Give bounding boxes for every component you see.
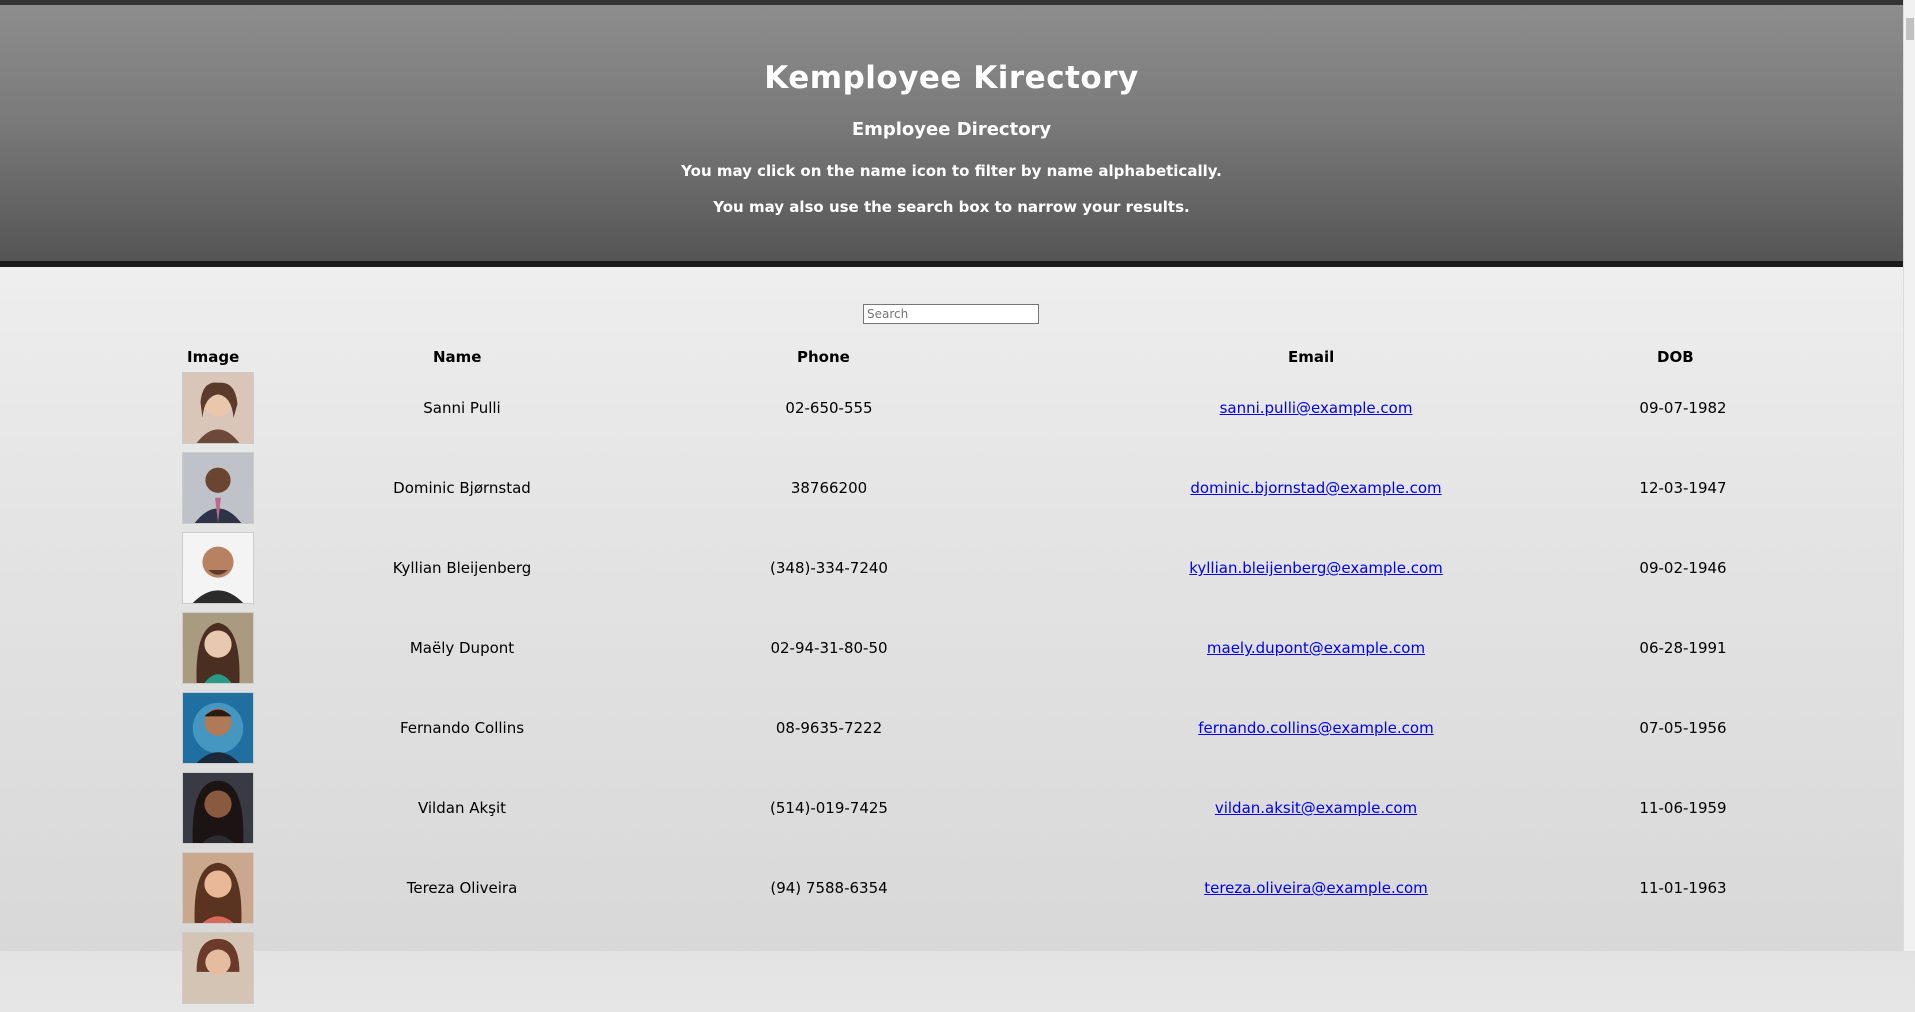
- instruction-sort: You may click on the name icon to filter…: [681, 162, 1222, 180]
- employee-dob: 06-28-1991: [1639, 639, 1727, 657]
- table-row: Vildan Akşit (514)-019-7425 vildan.aksit…: [0, 772, 1903, 852]
- employee-name: Maëly Dupont: [409, 639, 515, 657]
- employee-dob: 09-07-1982: [1639, 399, 1727, 417]
- column-header-image: Image: [187, 348, 240, 366]
- employee-photo: [182, 932, 254, 1004]
- employee-phone: (348)-334-7240: [770, 559, 888, 577]
- employee-name: Sanni Pulli: [423, 399, 501, 417]
- vertical-scrollbar[interactable]: [1903, 0, 1915, 951]
- employee-photo: [182, 772, 254, 844]
- employee-email-link[interactable]: dominic.bjornstad@example.com: [1190, 479, 1441, 497]
- page-header: Kemployee Kirectory Employee Directory Y…: [0, 5, 1903, 261]
- employee-email-link[interactable]: maely.dupont@example.com: [1207, 639, 1425, 657]
- table-row: Maëly Dupont 02-94-31-80-50 maely.dupont…: [0, 612, 1903, 692]
- employee-email-link[interactable]: tereza.oliveira@example.com: [1204, 879, 1428, 897]
- app-title: Kemployee Kirectory: [764, 60, 1139, 96]
- table-row: Kyllian Bleijenberg (348)-334-7240 kylli…: [0, 532, 1903, 612]
- column-header-phone: Phone: [797, 348, 850, 366]
- instruction-search: You may also use the search box to narro…: [713, 198, 1190, 216]
- employee-photo: [182, 852, 254, 924]
- employee-photo: [182, 372, 254, 444]
- column-header-email: Email: [1288, 348, 1335, 366]
- table-row: Fernando Collins 08-9635-7222 fernando.c…: [0, 692, 1903, 772]
- page-subtitle: Employee Directory: [851, 119, 1052, 140]
- search-input[interactable]: [863, 304, 1039, 324]
- employee-dob: 09-02-1946: [1639, 559, 1727, 577]
- employee-photo: [182, 612, 254, 684]
- table-row: [0, 932, 1903, 1012]
- employee-dob: 12-03-1947: [1639, 479, 1727, 497]
- employee-email-link[interactable]: kyllian.bleijenberg@example.com: [1189, 559, 1443, 577]
- scrollbar-thumb[interactable]: [1906, 18, 1914, 40]
- employee-photo: [182, 532, 254, 604]
- employee-name: Vildan Akşit: [417, 799, 507, 817]
- employee-dob: 11-01-1963: [1639, 879, 1727, 897]
- employee-phone: 38766200: [790, 479, 868, 497]
- table-row: Sanni Pulli 02-650-555 sanni.pulli@examp…: [0, 372, 1903, 452]
- employee-name: Fernando Collins: [399, 719, 525, 737]
- employee-photo: [182, 692, 254, 764]
- employee-name: Tereza Oliveira: [406, 879, 518, 897]
- employee-dob: 07-05-1956: [1639, 719, 1727, 737]
- employee-email-link[interactable]: sanni.pulli@example.com: [1220, 399, 1413, 417]
- employee-name: Kyllian Bleijenberg: [392, 559, 532, 577]
- header-divider: [0, 261, 1903, 267]
- employee-name: Dominic Bjørnstad: [393, 479, 531, 497]
- column-header-dob: DOB: [1657, 348, 1694, 366]
- employee-email-link[interactable]: fernando.collins@example.com: [1198, 719, 1433, 737]
- employee-dob: 11-06-1959: [1639, 799, 1727, 817]
- employee-phone: (94) 7588-6354: [770, 879, 888, 897]
- table-row: Tereza Oliveira (94) 7588-6354 tereza.ol…: [0, 852, 1903, 932]
- employee-phone: (514)-019-7425: [770, 799, 888, 817]
- table-row: Dominic Bjørnstad 38766200 dominic.bjorn…: [0, 452, 1903, 532]
- employee-photo: [182, 452, 254, 524]
- employee-phone: 02-94-31-80-50: [770, 639, 888, 657]
- employee-phone: 08-9635-7222: [775, 719, 883, 737]
- column-header-name[interactable]: Name: [433, 348, 481, 366]
- employee-phone: 02-650-555: [785, 399, 873, 417]
- employee-email-link[interactable]: vildan.aksit@example.com: [1215, 799, 1417, 817]
